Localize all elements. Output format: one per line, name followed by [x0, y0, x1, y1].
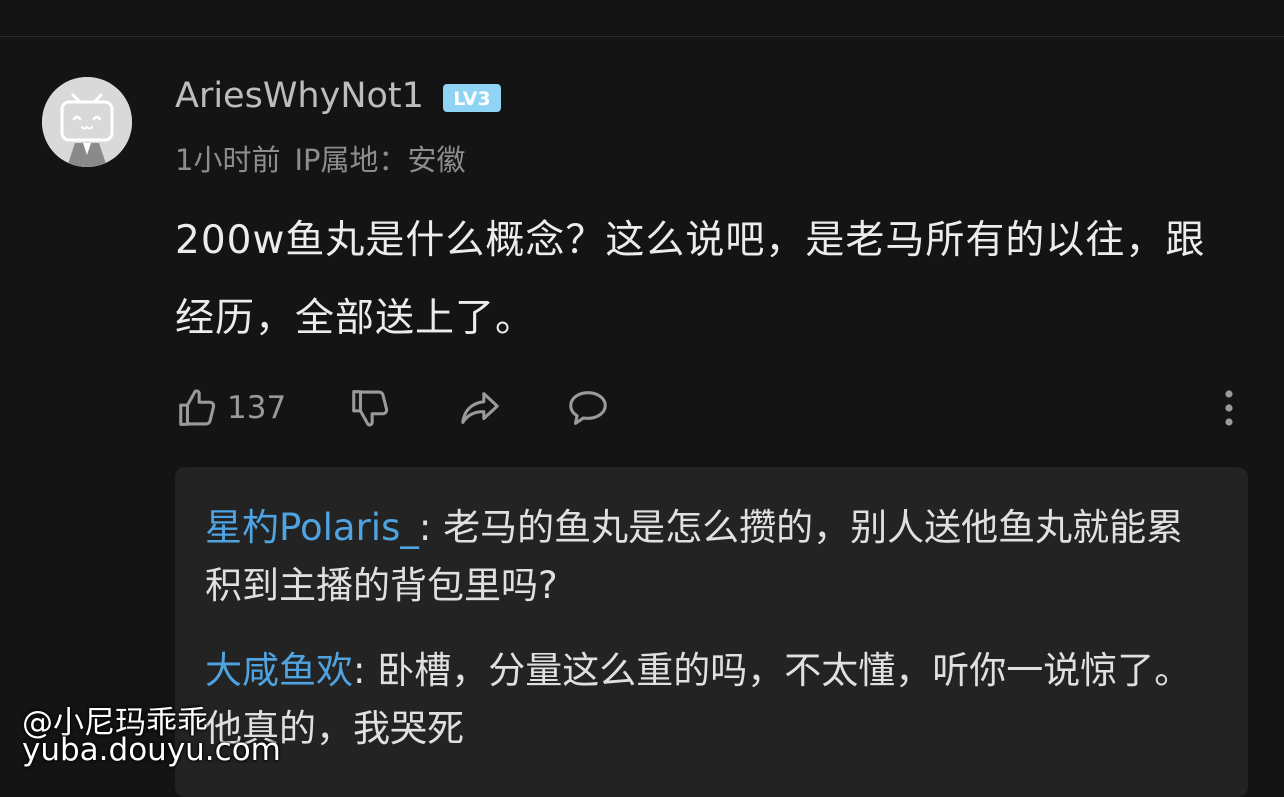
replies-panel: 星杓Polaris_: 老马的鱼丸是怎么攒的，别人送他鱼丸就能累积到主播的背包里…	[175, 467, 1248, 797]
thumbs-down-icon	[352, 390, 389, 427]
tv-mascot-icon	[42, 77, 132, 167]
comment-icon	[569, 391, 607, 425]
username[interactable]: AriesWhyNot1	[175, 76, 424, 116]
share-icon	[461, 392, 499, 424]
like-count: 137	[227, 390, 287, 426]
reply-button[interactable]	[564, 382, 612, 434]
reply-author[interactable]: 大咸鱼欢	[205, 649, 353, 692]
dislike-button[interactable]	[348, 382, 394, 434]
like-button[interactable]: 137	[175, 382, 286, 434]
thumbs-up-icon	[179, 389, 216, 426]
reply-separator: :	[353, 649, 378, 692]
comment-text: 200w鱼丸是什么概念？这么说吧，是老马所有的以往，跟经历，全部送上了。	[175, 218, 1206, 341]
level-badge-label: LV3	[453, 88, 490, 110]
comment-time: 1小时前	[175, 143, 281, 177]
more-options-button[interactable]	[1214, 382, 1244, 434]
reply-item[interactable]: 大咸鱼欢: 卧槽，分量这么重的吗，不太懂，听你一说惊了。他真的，我哭死	[205, 642, 1215, 758]
ip-location: IP属地：安徽	[294, 143, 466, 177]
reply-separator: :	[418, 506, 444, 549]
comment-meta: 1小时前 IP属地：安徽	[175, 137, 466, 179]
share-button[interactable]	[456, 382, 504, 434]
level-badge-icon: LV3	[443, 84, 501, 112]
more-icon	[1225, 390, 1233, 426]
top-divider	[0, 36, 1284, 37]
watermark-site: yuba.douyu.com	[22, 732, 281, 768]
avatar[interactable]	[42, 77, 132, 167]
reply-author[interactable]: 星杓Polaris_	[205, 506, 419, 549]
reply-item[interactable]: 星杓Polaris_: 老马的鱼丸是怎么攒的，别人送他鱼丸就能累积到主播的背包里…	[205, 499, 1215, 615]
